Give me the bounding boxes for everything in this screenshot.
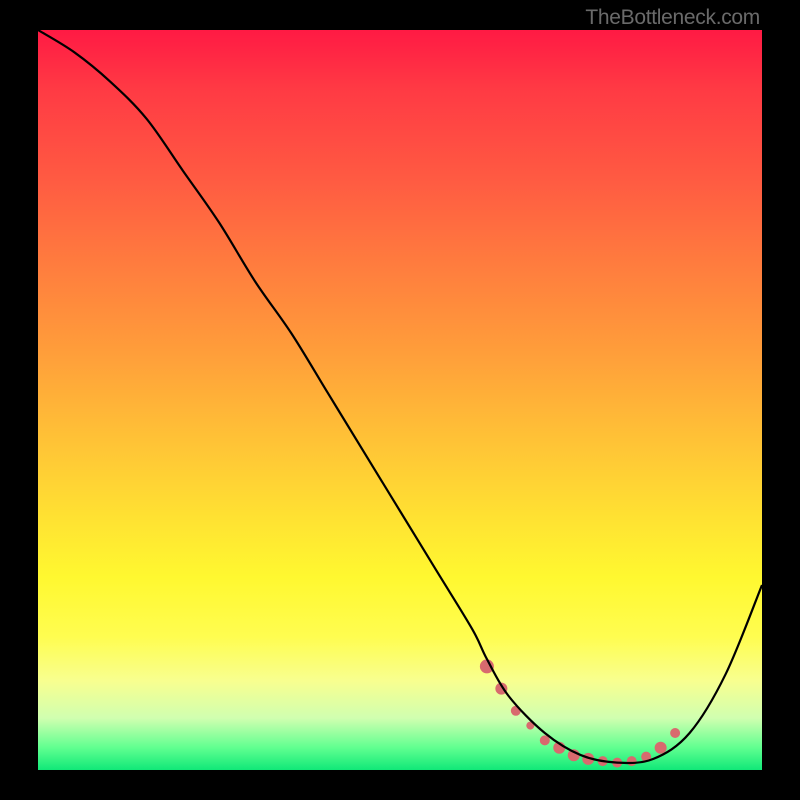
marker-dot bbox=[655, 742, 667, 754]
chart-plot-area bbox=[38, 30, 762, 770]
marker-dot bbox=[670, 728, 680, 738]
marker-dot bbox=[627, 756, 637, 766]
marker-cluster bbox=[480, 659, 680, 767]
bottleneck-curve-path bbox=[38, 30, 762, 763]
chart-svg bbox=[38, 30, 762, 770]
attribution-text: TheBottleneck.com bbox=[585, 6, 760, 30]
